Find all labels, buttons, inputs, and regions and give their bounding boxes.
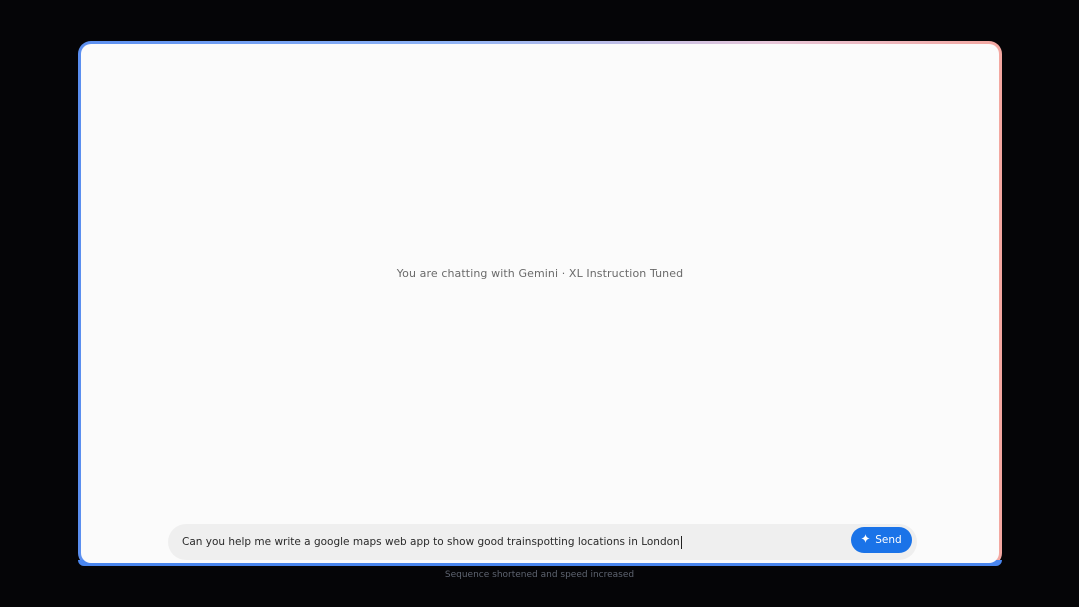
chat-status-text: You are chatting with Gemini · XL Instru… <box>396 267 684 280</box>
send-button-label: Send <box>875 534 902 546</box>
chat-window: You are chatting with Gemini · XL Instru… <box>81 44 999 563</box>
sparkle-icon <box>861 534 871 546</box>
prompt-composer: Can you help me write a google maps web … <box>168 524 917 560</box>
video-caption: Sequence shortened and speed increased <box>444 570 635 580</box>
app-window-frame: You are chatting with Gemini · XL Instru… <box>78 41 1002 566</box>
send-button[interactable]: Send <box>851 527 912 553</box>
prompt-input[interactable]: Can you help me write a google maps web … <box>182 524 885 560</box>
prompt-text: Can you help me write a google maps web … <box>182 536 680 548</box>
text-caret <box>680 535 682 549</box>
